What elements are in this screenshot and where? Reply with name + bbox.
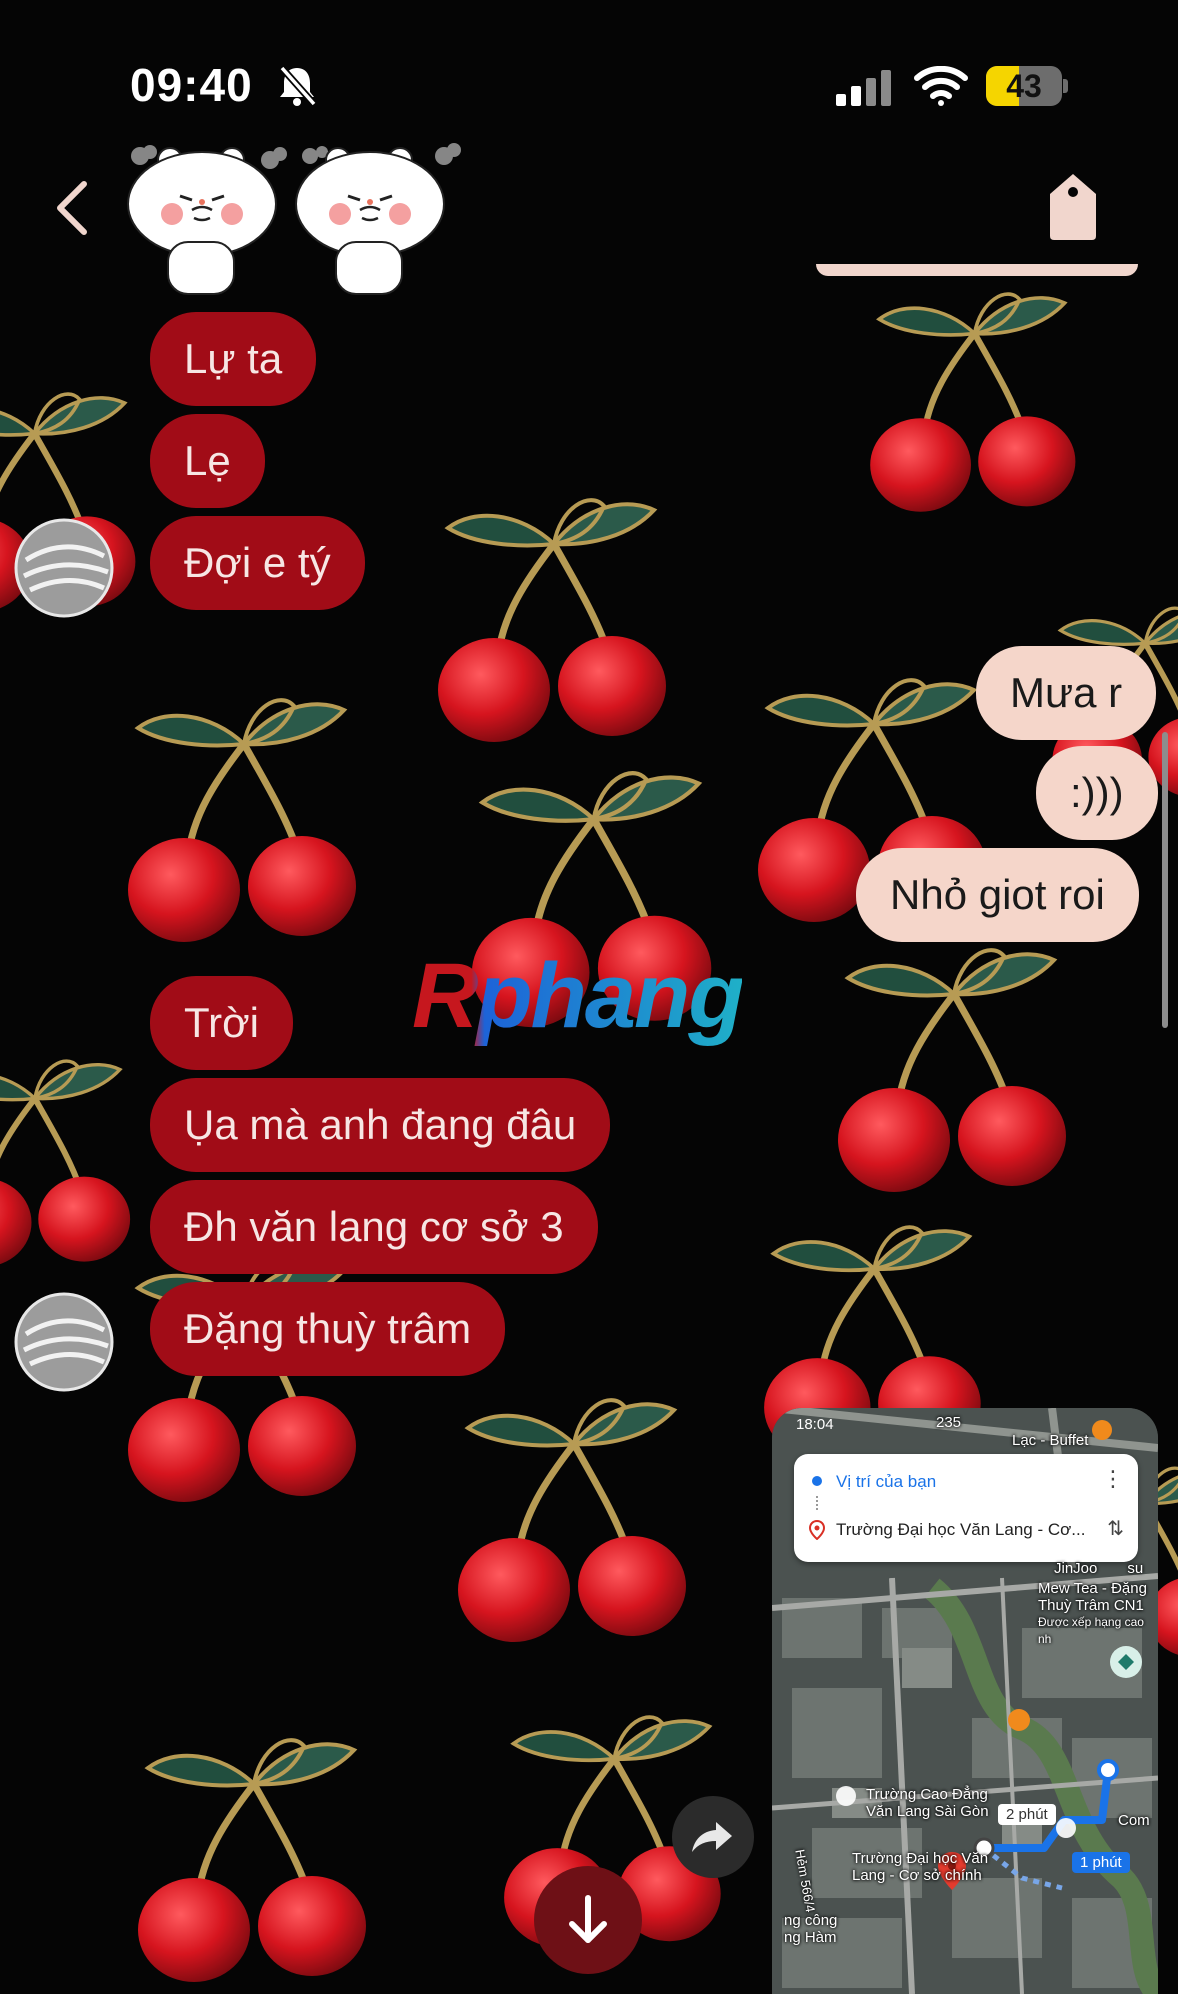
status-time: 09:40	[130, 59, 253, 111]
header-underline	[816, 264, 1138, 276]
map-destination-text[interactable]: Trường Đại học Văn Lang - Cơ...	[836, 1520, 1096, 1540]
share-button[interactable]	[672, 1796, 754, 1878]
map-status-time: 18:04	[796, 1416, 834, 1433]
route-alt-time[interactable]: 2 phút	[998, 1804, 1056, 1825]
share-arrow-icon	[692, 1822, 732, 1852]
scrollbar[interactable]	[1162, 732, 1168, 1028]
message-incoming[interactable]: Ụa mà anh đang đâu	[150, 1078, 611, 1172]
map-image-message[interactable]: 18:04 235 Lạc - Buffet Vị trí của bạn ⋮ …	[772, 1408, 1158, 1994]
message-incoming[interactable]: Đặng thuỳ trâm	[150, 1282, 506, 1376]
map-place-label: Trường Cao Đẳng Văn Lang Sài Gòn	[866, 1786, 989, 1820]
message-incoming[interactable]: Đợi e tý	[150, 516, 365, 610]
message-outgoing[interactable]: Mưa r	[976, 646, 1157, 740]
chat-screen: 09:40 43 Lự ta Lẹ Đợi e tý Mưa r:))) Nh…	[0, 0, 1178, 1994]
route-main-time[interactable]: 1 phút	[1072, 1852, 1130, 1873]
map-top-number: 235	[936, 1414, 962, 1431]
message-outgoing[interactable]: :)))	[1036, 746, 1158, 840]
bell-off-icon	[279, 65, 317, 107]
wifi-icon	[914, 66, 968, 106]
message-incoming[interactable]: Lẹ	[150, 414, 265, 508]
route-connector	[816, 1496, 820, 1510]
origin-dot-icon	[810, 1474, 824, 1488]
back-chevron-left-icon[interactable]	[52, 178, 92, 238]
signal-icon	[836, 70, 891, 106]
sender-avatar[interactable]	[12, 1290, 116, 1394]
sender-avatar[interactable]	[12, 516, 116, 620]
map-place-label: JinJoo su	[1054, 1560, 1144, 1577]
more-vert-icon[interactable]: ⋮	[1102, 1466, 1124, 1492]
message-incoming[interactable]: Lự ta	[150, 312, 317, 406]
map-top-right-place: Lạc - Buffet	[1012, 1432, 1089, 1449]
map-place-label: ng công ng Hàm	[784, 1912, 838, 1946]
battery-icon: 43	[986, 66, 1068, 106]
map-directions-box[interactable]: Vị trí của bạn ⋮ Trường Đại học Văn Lang…	[794, 1454, 1138, 1562]
battery-percent: 43	[1006, 68, 1042, 104]
scroll-down-button[interactable]	[534, 1866, 642, 1974]
arrow-down-icon	[569, 1895, 607, 1943]
map-origin-text[interactable]: Vị trí của bạn	[836, 1472, 936, 1492]
swap-icon[interactable]: ⇅	[1107, 1516, 1124, 1541]
message-incoming[interactable]: Trời	[150, 976, 293, 1070]
map-place-label: Com	[1118, 1812, 1150, 1829]
map-place-label: Mew Tea - Đặng Thuỳ Trâm CN1 Được xếp hạ…	[1038, 1580, 1147, 1646]
message-outgoing[interactable]: Nhỏ giot roi	[856, 848, 1139, 942]
map-place-label: Trường Đại học Văn Lang - Cơ sở chính	[852, 1850, 989, 1884]
bear-sticker-avatar[interactable]	[120, 138, 470, 304]
message-incoming[interactable]: Đh văn lang cơ sở 3	[150, 1180, 598, 1274]
watermark: Rphang	[412, 945, 744, 1047]
tag-icon[interactable]	[1046, 172, 1100, 242]
destination-pin-icon	[809, 1520, 825, 1540]
